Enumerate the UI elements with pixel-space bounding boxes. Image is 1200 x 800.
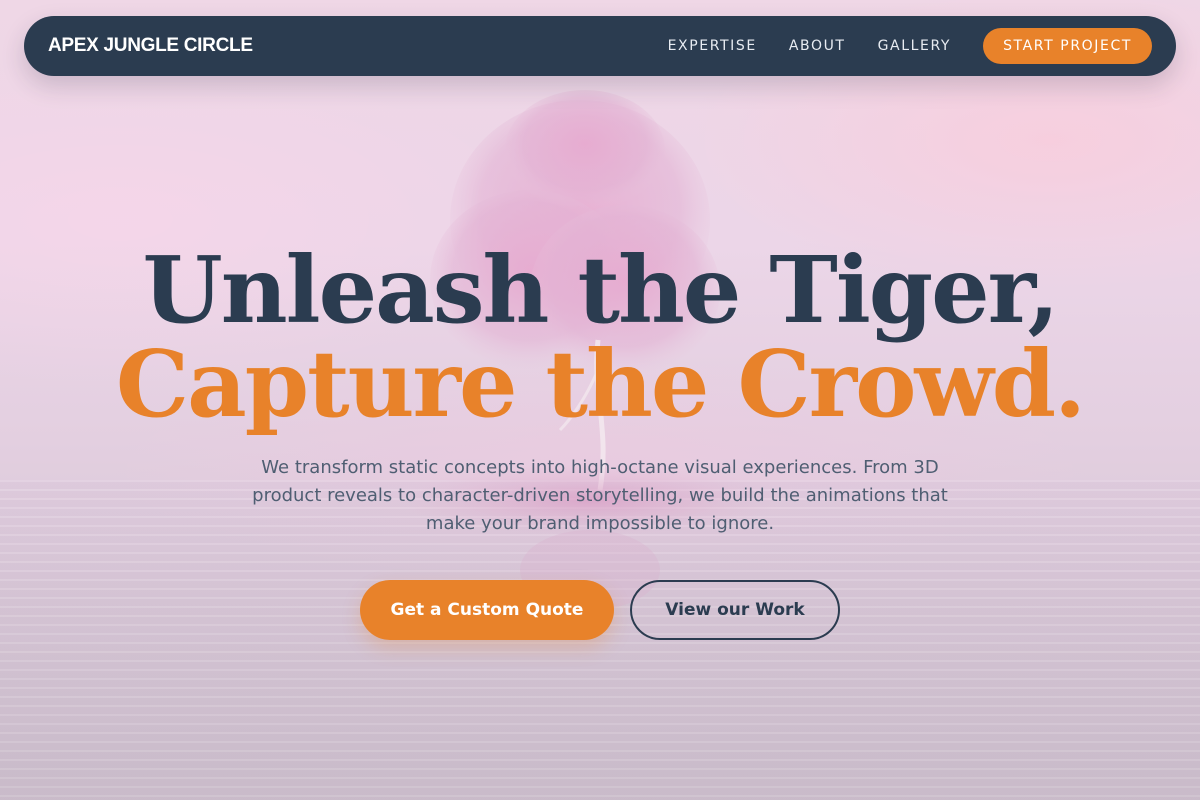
hero-headline-line-1: Unleash the Tiger, <box>142 236 1060 344</box>
start-project-button[interactable]: START PROJECT <box>983 28 1152 64</box>
top-nav-bar: APEX JUNGLE CIRCLE EXPERTISE ABOUT GALLE… <box>24 16 1176 76</box>
nav-link-gallery[interactable]: GALLERY <box>878 38 951 54</box>
view-our-work-button[interactable]: View our Work <box>630 580 840 640</box>
get-custom-quote-button[interactable]: Get a Custom Quote <box>360 580 614 640</box>
page: APEX JUNGLE CIRCLE EXPERTISE ABOUT GALLE… <box>0 0 1200 800</box>
nav-link-about[interactable]: ABOUT <box>789 38 846 54</box>
hero-cta-row: Get a Custom Quote View our Work <box>0 580 1200 640</box>
nav-links: EXPERTISE ABOUT GALLERY START PROJECT <box>668 28 1152 64</box>
hero-subtext: We transform static concepts into high-o… <box>252 457 948 534</box>
brand-logo-text[interactable]: APEX JUNGLE CIRCLE <box>48 35 253 57</box>
hero-headline-line-2: Capture the Crowd. <box>115 330 1086 438</box>
nav-link-expertise[interactable]: EXPERTISE <box>668 38 757 54</box>
